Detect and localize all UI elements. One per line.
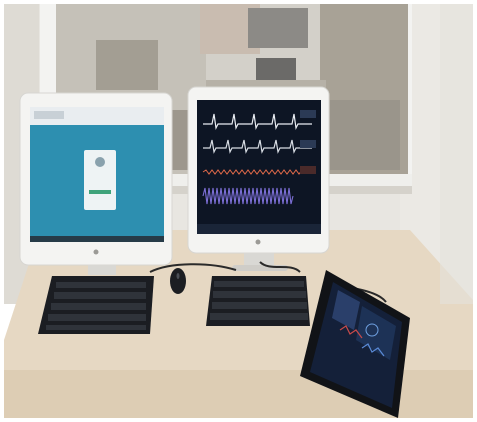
- left-keyboard: [38, 276, 154, 334]
- left-monitor: [19, 92, 173, 275]
- right-monitor: [187, 86, 330, 271]
- right-keyboard: [206, 276, 310, 326]
- scene-svg: [0, 0, 477, 422]
- mouse: [170, 268, 186, 294]
- photo-scene: [0, 0, 477, 422]
